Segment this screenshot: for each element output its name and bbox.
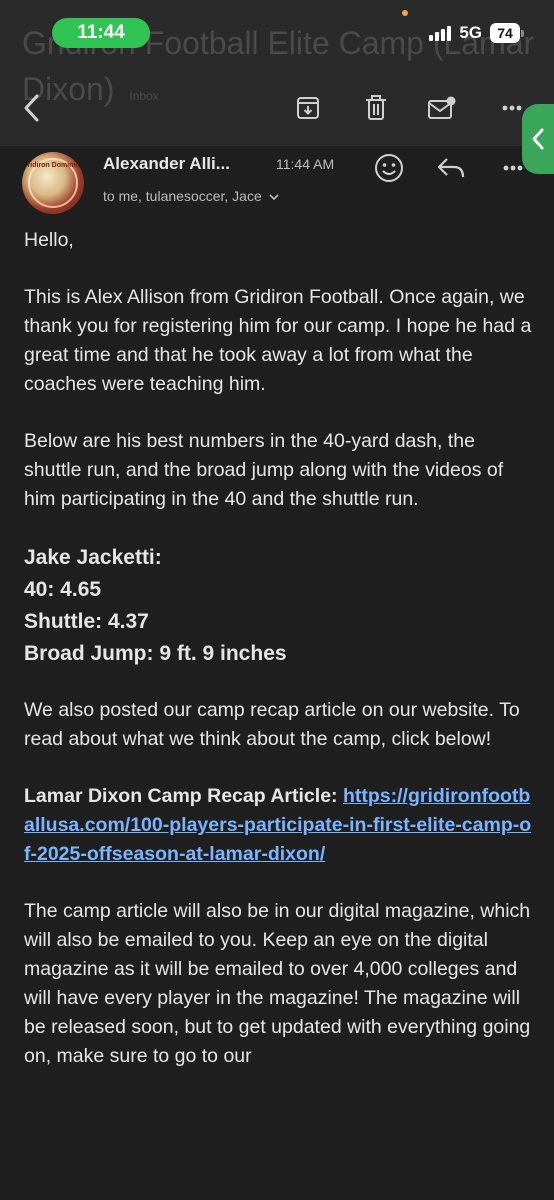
avatar-logo-text: Gridiron Dominion [22,162,84,169]
sent-time: 11:44 AM [276,156,335,172]
status-time[interactable]: 11:44 [52,18,150,48]
greeting: Hello, [24,229,74,251]
battery-icon: 74 [490,23,524,43]
player-name: Jake Jacketti: [24,546,162,569]
body-paragraph: Below are his best numbers in the 40-yar… [24,430,504,510]
mark-unread-button[interactable] [424,90,460,126]
message-more-button[interactable] [496,151,530,185]
email-body: Hello, This is Alex Allison from Gridiro… [24,226,534,1099]
status-icons: 5G 74 [429,20,524,46]
signal-icon [429,25,452,41]
body-paragraph: We also posted our camp recap article on… [24,699,520,750]
more-horizontal-icon [502,105,522,111]
stat-shuttle: Shuttle: 4.37 [24,610,149,633]
body-paragraph: This is Alex Allison from Gridiron Footb… [24,286,532,395]
stat-forty: 40: 4.65 [24,578,102,601]
body-paragraph: The camp article will also be in our dig… [24,900,531,1067]
stat-broad-jump: Broad Jump: 9 ft. 9 inches [24,642,287,665]
more-horizontal-icon [503,165,523,171]
network-type: 5G [459,23,482,42]
mail-unread-icon [428,96,456,119]
react-button[interactable] [372,151,406,185]
emoji-smile-icon [375,154,403,182]
reply-button[interactable] [434,151,468,185]
email-toolbar [0,84,554,132]
chevron-down-icon [269,194,279,201]
delete-button[interactable] [358,90,394,126]
sender-name[interactable]: Alexander Alli... [103,154,230,174]
back-arrow-icon [24,94,39,122]
player-stats: Jake Jacketti: 40: 4.65 Shuttle: 4.37 Br… [24,542,534,670]
chevron-left-icon [532,128,544,150]
trash-icon [366,95,386,120]
privacy-indicator [402,10,408,16]
article-label: Lamar Dixon Camp Recap Article: [24,785,338,807]
archive-icon [297,97,319,119]
back-button[interactable] [14,90,50,126]
recipients-text: to me, tulanesoccer, Jace [103,188,262,204]
recipients-toggle[interactable]: to me, tulanesoccer, Jace [103,188,279,204]
archive-button[interactable] [290,90,326,126]
article-line: Lamar Dixon Camp Recap Article: https://… [24,782,534,869]
battery-level: 74 [490,23,520,43]
reply-icon [437,158,465,178]
sender-avatar[interactable]: Gridiron Dominion [22,152,84,214]
